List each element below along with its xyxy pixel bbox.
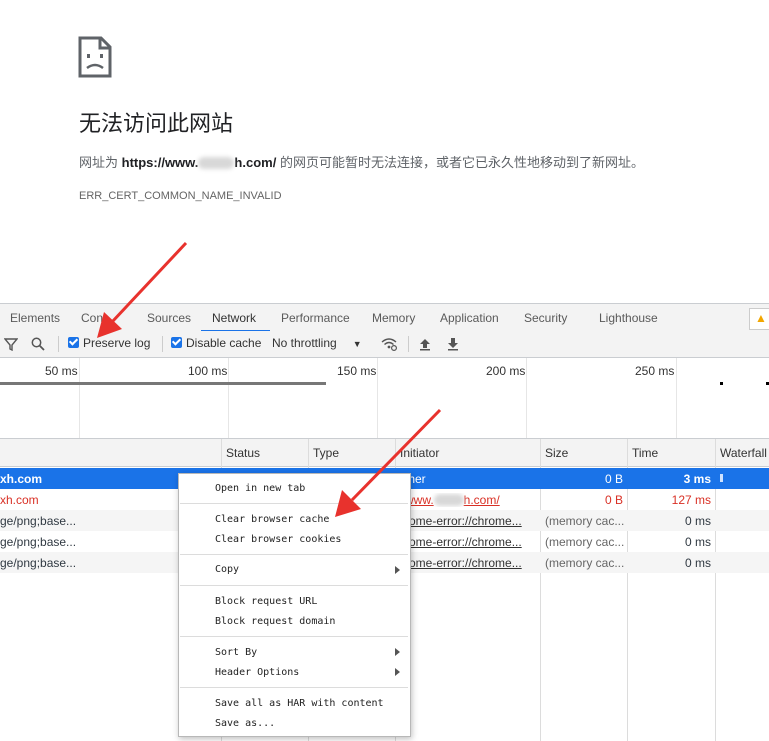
overview-tick-label: 100 ms bbox=[188, 364, 228, 378]
warning-badge[interactable]: ▲ bbox=[749, 308, 769, 330]
submenu-arrow-icon bbox=[395, 648, 400, 656]
overview-tick bbox=[79, 358, 80, 438]
checkbox-checked-icon bbox=[68, 337, 79, 348]
request-initiator: ther bbox=[405, 472, 426, 486]
tab-elements[interactable]: Elements bbox=[10, 311, 60, 325]
request-size: (memory cac... bbox=[545, 556, 625, 570]
request-time: 0 ms bbox=[684, 535, 711, 549]
menu-item-save-all-as-har[interactable]: Save all as HAR with content bbox=[215, 698, 384, 709]
network-toolbar: Preserve log Disable cache No throttling… bbox=[0, 331, 769, 358]
warning-icon: ▲ bbox=[755, 311, 767, 325]
request-time: 127 ms bbox=[671, 493, 711, 507]
request-initiator[interactable]: rome-error://chrome... bbox=[405, 535, 535, 549]
context-menu: Open in new tab Clear browser cache Clea… bbox=[178, 473, 411, 737]
menu-separator bbox=[180, 554, 408, 555]
overview-tick bbox=[377, 358, 378, 438]
column-type[interactable]: Type bbox=[313, 446, 339, 460]
menu-item-open-in-new-tab[interactable]: Open in new tab bbox=[215, 483, 305, 494]
menu-separator bbox=[180, 636, 408, 637]
export-har-icon[interactable] bbox=[447, 337, 459, 351]
menu-item-header-options[interactable]: Header Options bbox=[215, 667, 299, 678]
menu-item-copy[interactable]: Copy bbox=[215, 564, 239, 575]
devtools-tab-bar: Elements Cons Sources Network Performanc… bbox=[0, 303, 769, 333]
menu-item-block-request-domain[interactable]: Block request domain bbox=[215, 616, 335, 627]
overview-tick-label: 250 ms bbox=[635, 364, 675, 378]
column-time[interactable]: Time bbox=[632, 446, 658, 460]
checkbox-checked-icon bbox=[171, 337, 182, 348]
requests-table-header: Status Type Initiator Size Time Waterfal… bbox=[0, 439, 769, 467]
network-conditions-icon[interactable] bbox=[380, 336, 398, 352]
overview-tick bbox=[676, 358, 677, 438]
request-time: 0 ms bbox=[684, 556, 711, 570]
request-time: 3 ms bbox=[683, 472, 711, 486]
submenu-arrow-icon bbox=[395, 668, 400, 676]
menu-item-clear-browser-cache[interactable]: Clear browser cache bbox=[215, 514, 329, 525]
tab-console[interactable]: Cons bbox=[81, 311, 109, 325]
sad-page-icon bbox=[78, 36, 112, 78]
overview-activity-bar bbox=[0, 382, 326, 385]
menu-separator bbox=[180, 503, 408, 504]
overview-marker bbox=[720, 382, 723, 385]
menu-item-save-as[interactable]: Save as... bbox=[215, 718, 275, 729]
request-size: 0 B bbox=[604, 472, 623, 486]
overview-tick-label: 50 ms bbox=[45, 364, 78, 378]
request-initiator[interactable]: rome-error://chrome... bbox=[405, 556, 535, 570]
import-har-icon[interactable] bbox=[419, 337, 431, 351]
blurred-text bbox=[433, 494, 464, 506]
menu-separator bbox=[180, 585, 408, 586]
error-title: 无法访问此网站 bbox=[79, 112, 234, 137]
request-size: (memory cac... bbox=[545, 514, 625, 528]
dropdown-arrow-icon: ▼ bbox=[352, 339, 362, 349]
menu-item-sort-by[interactable]: Sort By bbox=[215, 647, 257, 658]
column-initiator[interactable]: Initiator bbox=[400, 446, 439, 460]
error-code: ERR_CERT_COMMON_NAME_INVALID bbox=[79, 190, 282, 202]
network-overview[interactable]: 50 ms 100 ms 150 ms 200 ms 250 ms bbox=[0, 358, 769, 439]
request-size: 0 B bbox=[604, 493, 623, 507]
toolbar-divider bbox=[162, 336, 163, 352]
menu-item-block-request-url[interactable]: Block request URL bbox=[215, 596, 317, 607]
tab-security[interactable]: Security bbox=[524, 311, 567, 325]
throttling-select[interactable]: No throttling ▼ bbox=[272, 336, 362, 350]
column-size[interactable]: Size bbox=[545, 446, 568, 460]
column-status[interactable]: Status bbox=[226, 446, 260, 460]
request-time: 0 ms bbox=[684, 514, 711, 528]
request-initiator[interactable]: rome-error://chrome... bbox=[405, 514, 535, 528]
error-description: 网址为 https://www. h.com/ 的网页可能暂时无法连接，或者它已永… bbox=[79, 155, 644, 170]
column-waterfall[interactable]: Waterfall bbox=[720, 446, 767, 460]
overview-tick bbox=[228, 358, 229, 438]
filter-icon[interactable] bbox=[4, 337, 18, 351]
menu-separator bbox=[180, 687, 408, 688]
overview-tick-label: 200 ms bbox=[486, 364, 526, 378]
submenu-arrow-icon bbox=[395, 566, 400, 574]
tab-network[interactable]: Network bbox=[212, 311, 256, 325]
menu-item-clear-browser-cookies[interactable]: Clear browser cookies bbox=[215, 534, 341, 545]
tab-performance[interactable]: Performance bbox=[281, 311, 350, 325]
toolbar-divider bbox=[408, 336, 409, 352]
disable-cache-checkbox[interactable]: Disable cache bbox=[171, 336, 261, 350]
request-size: (memory cac... bbox=[545, 535, 625, 549]
tab-sources[interactable]: Sources bbox=[147, 311, 191, 325]
blurred-text bbox=[198, 157, 235, 169]
request-initiator[interactable]: www. h.com/ bbox=[405, 493, 535, 507]
overview-tick-label: 150 ms bbox=[337, 364, 377, 378]
toolbar-divider bbox=[58, 336, 59, 352]
tab-application[interactable]: Application bbox=[440, 311, 499, 325]
preserve-log-checkbox[interactable]: Preserve log bbox=[68, 336, 150, 350]
waterfall-bar bbox=[720, 474, 723, 482]
tab-lighthouse[interactable]: Lighthouse bbox=[599, 311, 658, 325]
search-icon[interactable] bbox=[31, 337, 45, 351]
overview-tick bbox=[526, 358, 527, 438]
tab-memory[interactable]: Memory bbox=[372, 311, 415, 325]
